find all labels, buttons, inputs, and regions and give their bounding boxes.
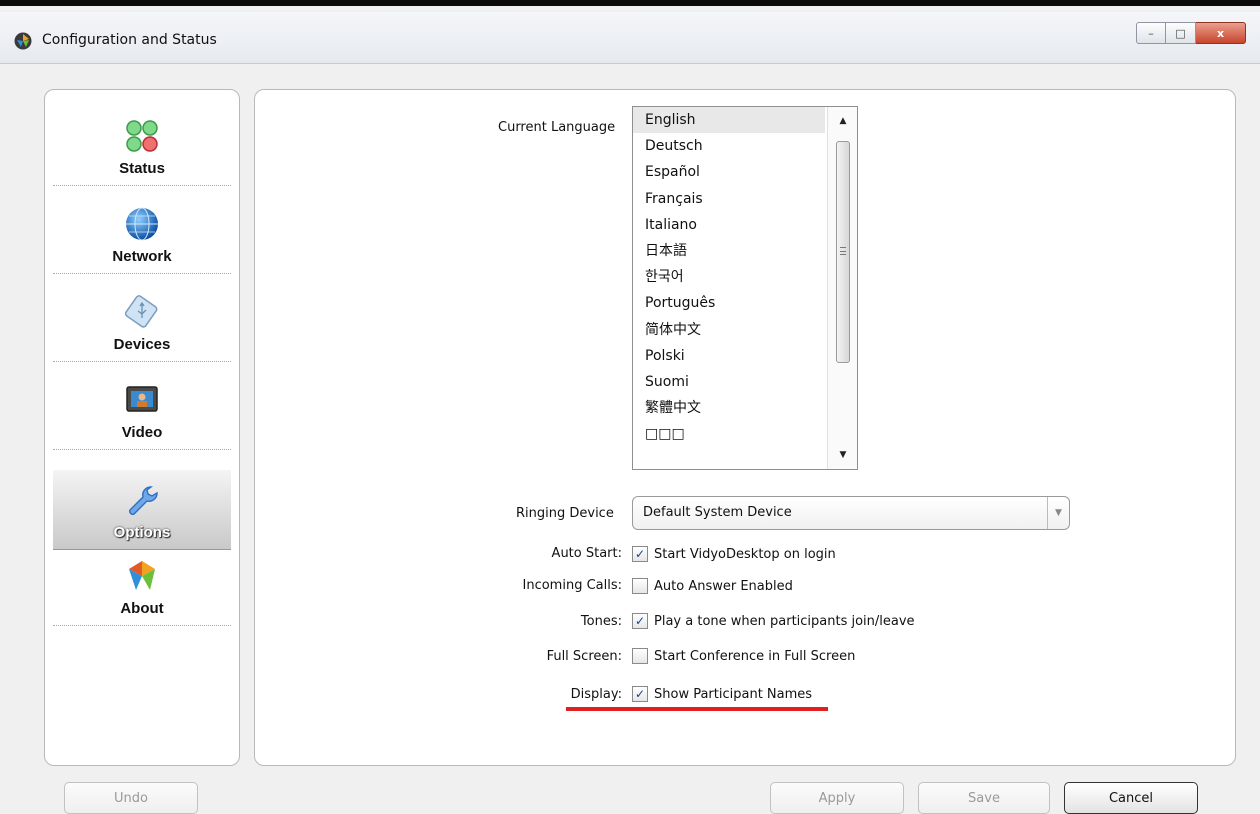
auto-start-text: Start VidyoDesktop on login [654, 546, 836, 562]
auto-start-label: Auto Start: [551, 546, 622, 561]
auto-start-checkbox[interactable]: ✓ [632, 546, 648, 562]
sidebar: Status Network Devices Video Options Abo… [44, 89, 240, 766]
vidyo-app-icon [14, 32, 32, 50]
language-item[interactable]: Deutsch [633, 133, 825, 159]
full-screen-label: Full Screen: [546, 649, 622, 664]
maximize-button[interactable]: □ [1166, 22, 1196, 44]
sidebar-item-status[interactable]: Status [53, 98, 231, 186]
current-language-label: Current Language [498, 120, 616, 135]
tones-label: Tones: [580, 614, 622, 629]
vidyo-logo-icon [129, 561, 155, 590]
auto-start-option[interactable]: ✓ Start VidyoDesktop on login [632, 544, 836, 564]
language-item[interactable]: 简体中文 [633, 317, 825, 343]
wrench-icon [129, 486, 158, 515]
language-item[interactable]: English [633, 107, 825, 134]
sidebar-item-about[interactable]: About [53, 538, 231, 626]
language-item[interactable]: Suomi [633, 369, 825, 395]
auto-answer-text: Auto Answer Enabled [654, 578, 793, 594]
tones-text: Play a tone when participants join/leave [654, 613, 915, 629]
window-title: Configuration and Status [42, 32, 217, 48]
sidebar-item-label: Video [121, 424, 163, 441]
apply-button[interactable]: Apply [770, 782, 904, 814]
show-participant-names-text: Show Participant Names [654, 686, 813, 702]
scrollbar-thumb[interactable] [836, 141, 850, 363]
scroll-down-arrow-icon[interactable]: ▼ [828, 445, 858, 465]
save-button[interactable]: Save [918, 782, 1050, 814]
ringing-device-value: Default System Device [643, 505, 792, 520]
cancel-button[interactable]: Cancel [1064, 782, 1198, 814]
ringing-device-label: Ringing Device [516, 506, 614, 521]
language-list[interactable]: English Deutsch Español Français Italian… [632, 106, 858, 470]
full-screen-text: Start Conference in Full Screen [654, 648, 856, 664]
language-item[interactable]: Español [633, 159, 825, 185]
globe-icon [126, 207, 158, 241]
show-participant-names-checkbox[interactable]: ✓ [632, 686, 648, 702]
sidebar-item-label: About [120, 600, 164, 617]
sidebar-item-network[interactable]: Network [53, 186, 231, 274]
auto-answer-checkbox[interactable] [632, 578, 648, 594]
language-item[interactable]: 繁體中文 [633, 395, 825, 421]
language-item[interactable]: 한국어 [633, 264, 825, 290]
minimize-button[interactable]: – [1136, 22, 1166, 44]
language-item[interactable]: Português [633, 290, 825, 316]
language-item[interactable]: Polski [633, 343, 825, 369]
full-screen-option[interactable]: Start Conference in Full Screen [632, 646, 855, 666]
language-item[interactable]: Français [633, 186, 825, 212]
tones-option[interactable]: ✓ Play a tone when participants join/lea… [632, 611, 915, 631]
scroll-up-arrow-icon[interactable]: ▲ [828, 111, 858, 131]
display-label: Display: [570, 687, 622, 702]
title-bar[interactable]: Configuration and Status – □ x [0, 12, 1260, 64]
tones-checkbox[interactable]: ✓ [632, 613, 648, 629]
configuration-window: Configuration and Status – □ x Status Ne… [0, 0, 1260, 814]
usb-device-icon [124, 295, 158, 328]
status-lights-icon [126, 120, 158, 152]
language-item[interactable]: □□□ [633, 421, 825, 447]
chevron-down-icon[interactable]: ▼ [1047, 497, 1069, 529]
undo-button[interactable]: Undo [64, 782, 198, 814]
language-item[interactable]: Italiano [633, 212, 825, 238]
language-scrollbar[interactable]: ▲ ▼ [827, 107, 857, 469]
incoming-calls-option[interactable]: Auto Answer Enabled [632, 576, 793, 596]
incoming-calls-label: Incoming Calls: [522, 578, 623, 593]
monitor-icon [126, 386, 158, 412]
close-button[interactable]: x [1196, 22, 1246, 44]
full-screen-checkbox[interactable] [632, 648, 648, 664]
sidebar-item-devices[interactable]: Devices [53, 274, 231, 362]
display-option[interactable]: ✓ Show Participant Names [632, 684, 812, 704]
sidebar-item-label: Network [112, 248, 172, 265]
sidebar-item-label: Status [119, 160, 165, 177]
window-controls: – □ x [1136, 22, 1246, 44]
sidebar-item-label: Devices [113, 336, 171, 353]
ringing-device-select[interactable]: Default System Device ▼ [632, 496, 1070, 530]
sidebar-item-video[interactable]: Video [53, 362, 231, 450]
language-item[interactable]: 日本語 [633, 238, 825, 264]
highlight-underline [566, 707, 828, 711]
